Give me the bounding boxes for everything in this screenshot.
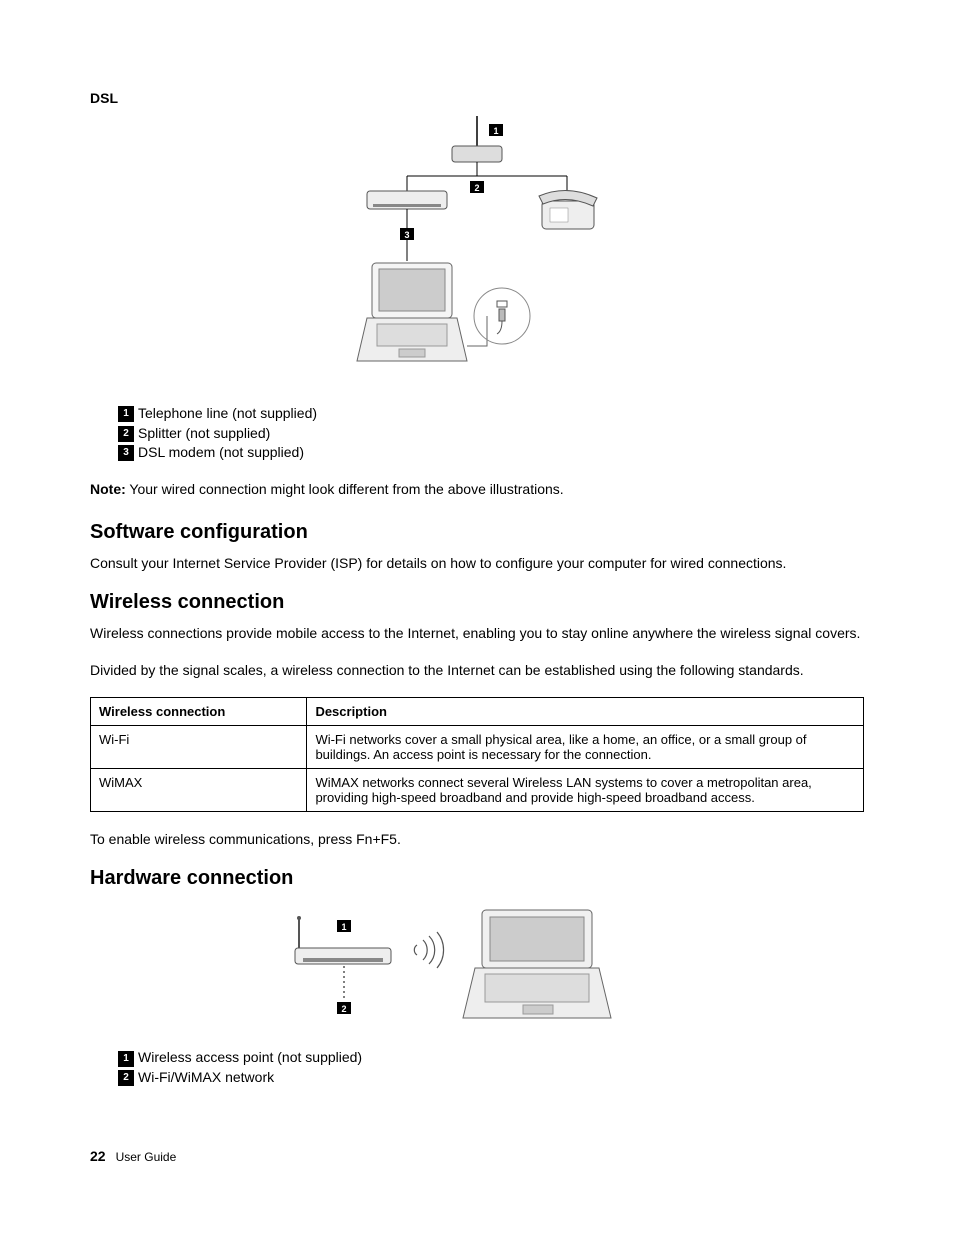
dsl-heading: DSL (90, 90, 864, 106)
phone-icon (539, 190, 597, 229)
wireless-enable: To enable wireless communications, press… (90, 830, 864, 849)
hardware-legend: 1Wireless access point (not supplied) 2W… (118, 1048, 864, 1087)
legend-text: Splitter (not supplied) (138, 425, 270, 441)
connector-icon (497, 301, 507, 334)
legend-text: Wi-Fi/WiMAX network (138, 1069, 274, 1085)
software-body: Consult your Internet Service Provider (… (90, 554, 864, 573)
table-header-row: Wireless connection Description (91, 698, 864, 726)
table-cell: WiMAX networks connect several Wireless … (307, 769, 864, 812)
note-label: Note: (90, 481, 126, 497)
callout-2: 2 (474, 183, 479, 193)
laptop-icon (463, 910, 611, 1018)
table-header: Wireless connection (91, 698, 307, 726)
dsl-legend: 1Telephone line (not supplied) 2Splitter… (118, 404, 864, 463)
software-heading: Software configuration (90, 521, 864, 544)
wifi-waves-icon (414, 932, 443, 968)
legend-item: 3DSL modem (not supplied) (118, 443, 864, 463)
dsl-diagram-svg: 1 2 3 (327, 116, 627, 386)
table-header: Description (307, 698, 864, 726)
callout-2-hw: 2 (341, 1004, 346, 1014)
page-number: 22 (90, 1148, 106, 1164)
table-cell: Wi-Fi networks cover a small physical ar… (307, 726, 864, 769)
wireless-table: Wireless connection Description Wi-Fi Wi… (90, 697, 864, 812)
callout-badge: 1 (118, 1051, 134, 1067)
hardware-diagram-svg: 1 2 (277, 900, 677, 1030)
legend-item: 2Splitter (not supplied) (118, 424, 864, 444)
legend-text: Wireless access point (not supplied) (138, 1049, 362, 1065)
wireless-heading: Wireless connection (90, 591, 864, 614)
legend-text: Telephone line (not supplied) (138, 405, 317, 421)
callout-badge: 1 (118, 406, 134, 422)
note-text: Your wired connection might look differe… (126, 481, 564, 497)
callout-badge: 2 (118, 426, 134, 442)
callout-1: 1 (493, 126, 498, 136)
laptop-icon (357, 263, 467, 361)
footer-title: User Guide (116, 1150, 177, 1164)
table-cell: Wi-Fi (91, 726, 307, 769)
table-row: Wi-Fi Wi-Fi networks cover a small physi… (91, 726, 864, 769)
page-footer: 22 User Guide (90, 1148, 864, 1164)
table-cell: WiMAX (91, 769, 307, 812)
dsl-diagram: 1 2 3 (90, 116, 864, 389)
hardware-heading: Hardware connection (90, 867, 864, 890)
wireless-p1: Wireless connections provide mobile acce… (90, 624, 864, 643)
legend-item: 1Wireless access point (not supplied) (118, 1048, 864, 1068)
legend-item: 2Wi-Fi/WiMAX network (118, 1068, 864, 1088)
callout-badge: 2 (118, 1070, 134, 1086)
callout-3: 3 (404, 230, 409, 240)
legend-item: 1Telephone line (not supplied) (118, 404, 864, 424)
note-line: Note: Your wired connection might look d… (90, 481, 864, 497)
legend-text: DSL modem (not supplied) (138, 444, 304, 460)
hardware-diagram: 1 2 (90, 900, 864, 1033)
wireless-p2: Divided by the signal scales, a wireless… (90, 661, 864, 680)
table-row: WiMAX WiMAX networks connect several Wir… (91, 769, 864, 812)
callout-badge: 3 (118, 445, 134, 461)
callout-1-hw: 1 (341, 922, 346, 932)
